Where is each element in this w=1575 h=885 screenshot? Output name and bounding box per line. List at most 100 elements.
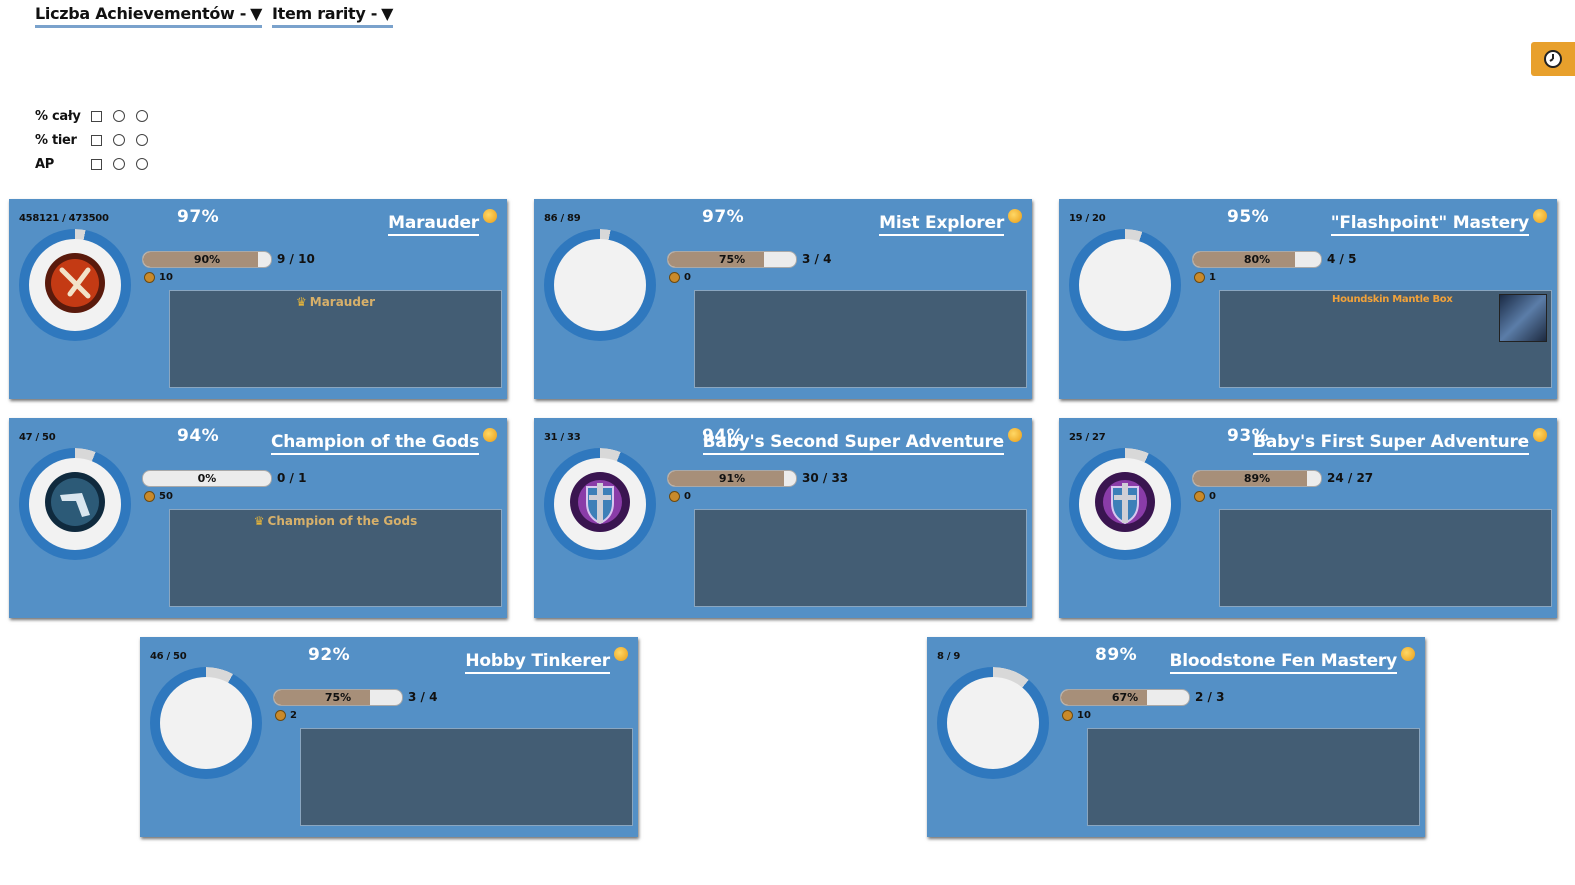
rewards-panel <box>1219 509 1552 607</box>
filter-radio-desc[interactable] <box>136 110 148 122</box>
achievement-count-dropdown[interactable]: Liczba Achievementów - ▼ <box>35 4 262 28</box>
progress-ring <box>1069 229 1181 341</box>
achievement-card[interactable]: 47 / 50 94% Champion of the Gods 0% 0 / … <box>9 418 507 618</box>
crown-icon: ♛ <box>253 514 265 528</box>
achievement-title-link[interactable]: Baby's Second Super Adventure <box>702 432 1004 455</box>
ap-icon <box>275 710 286 721</box>
achievement-card[interactable]: 86 / 89 97% Mist Explorer 75% 3 / 4 0 <box>534 199 1032 399</box>
reward-title: ♛ Marauder <box>170 295 501 309</box>
achievement-icon-frame <box>1079 239 1171 331</box>
achievement-icon-frame <box>554 458 646 550</box>
achievement-card[interactable]: 8 / 9 89% Bloodstone Fen Mastery 67% 2 /… <box>927 637 1425 837</box>
item-rarity-dropdown[interactable]: Item rarity - ▼ <box>272 4 393 28</box>
achievement-card[interactable]: 19 / 20 95% "Flashpoint" Mastery 80% 4 /… <box>1059 199 1557 399</box>
tier-progress-bar: 75% <box>273 689 403 706</box>
shield-icon <box>567 469 633 539</box>
achievement-title-link[interactable]: Mist Explorer <box>879 213 1004 236</box>
tier-progress-bar: 67% <box>1060 689 1190 706</box>
tier-progress-label: 67% <box>1111 691 1139 704</box>
achievement-count-label: Liczba Achievementów - <box>35 4 247 23</box>
tier-count: 2 / 3 <box>1195 690 1225 704</box>
filter-radio-asc[interactable] <box>113 134 125 146</box>
filter-label: % tier <box>35 132 77 148</box>
tier-count: 24 / 27 <box>1327 471 1374 485</box>
rewards-panel: ♛ Marauder <box>169 290 502 388</box>
coin-icon <box>1533 428 1547 442</box>
clock-button[interactable] <box>1531 42 1575 76</box>
ap-value: 50 <box>159 491 173 502</box>
ap-icon <box>1194 272 1205 283</box>
filter-checkbox[interactable] <box>91 158 102 170</box>
coin-icon <box>1008 209 1022 223</box>
tier-progress-label: 75% <box>718 253 746 266</box>
coin-icon <box>1533 209 1547 223</box>
coin-icon <box>1401 647 1415 661</box>
achievement-title-link[interactable]: Champion of the Gods <box>270 432 479 455</box>
tier-progress-label: 80% <box>1243 253 1271 266</box>
achievement-points: 10 <box>144 272 173 283</box>
achievement-card[interactable]: 31 / 33 94% Baby's Second Super Adventur… <box>534 418 1032 618</box>
coin-icon <box>483 428 497 442</box>
achievement-title-link[interactable]: Bloodstone Fen Mastery <box>1169 651 1397 674</box>
ap-value: 10 <box>159 272 173 283</box>
ap-value: 0 <box>1209 491 1216 502</box>
champion-icon <box>42 469 108 539</box>
tier-count: 9 / 10 <box>277 252 315 266</box>
reward-title: ♛ Champion of the Gods <box>170 514 501 528</box>
achievement-card[interactable]: 25 / 27 93% Baby's First Super Adventure… <box>1059 418 1557 618</box>
achievement-title-link[interactable]: "Flashpoint" Mastery <box>1330 213 1529 236</box>
tier-progress-bar: 75% <box>667 251 797 268</box>
achievement-title-link[interactable]: Baby's First Super Adventure <box>1253 432 1529 455</box>
ap-value: 1 <box>1209 272 1216 283</box>
rewards-panel <box>694 509 1027 607</box>
achievement-counts: 86 / 89 <box>544 213 581 224</box>
filter-checkbox[interactable] <box>91 110 102 122</box>
rewards-panel <box>694 290 1027 388</box>
filter-label: % cały <box>35 108 81 124</box>
achievement-card[interactable]: 46 / 50 92% Hobby Tinkerer 75% 3 / 4 2 <box>140 637 638 837</box>
completion-percent: 97% <box>177 207 220 227</box>
shield-icon <box>1092 469 1158 539</box>
filter-radio-asc[interactable] <box>113 158 125 170</box>
filter-radio-asc[interactable] <box>113 110 125 122</box>
reward-item-name[interactable]: Houndskin Mantle Box <box>1332 294 1453 305</box>
marauder-icon <box>42 250 108 320</box>
reward-title-text: Champion of the Gods <box>267 514 418 528</box>
ap-icon <box>1194 491 1205 502</box>
ap-value: 0 <box>684 491 691 502</box>
progress-ring <box>1069 448 1181 560</box>
rewards-panel: ♛ Champion of the Gods <box>169 509 502 607</box>
ap-icon <box>669 272 680 283</box>
progress-ring <box>150 667 262 779</box>
filter-label: AP <box>35 156 54 172</box>
tier-progress-label: 90% <box>193 253 221 266</box>
completion-percent: 95% <box>1227 207 1270 227</box>
progress-ring <box>544 229 656 341</box>
reward-title-text: Marauder <box>309 295 375 309</box>
rewards-panel: Houndskin Mantle Box <box>1219 290 1552 388</box>
achievement-card[interactable]: 458121 / 473500 97% Marauder 90% 9 / 10 … <box>9 199 507 399</box>
achievement-title-link[interactable]: Hobby Tinkerer <box>465 651 610 674</box>
ap-value: 2 <box>290 710 297 721</box>
filter-radio-desc[interactable] <box>136 158 148 170</box>
ap-value: 10 <box>1077 710 1091 721</box>
achievement-points: 50 <box>144 491 173 502</box>
achievement-points: 0 <box>669 491 691 502</box>
filter-radio-desc[interactable] <box>136 134 148 146</box>
tier-count: 30 / 33 <box>802 471 849 485</box>
achievement-counts: 47 / 50 <box>19 432 56 443</box>
achievement-title-link[interactable]: Marauder <box>388 213 479 236</box>
progress-ring <box>19 448 131 560</box>
tier-progress-label: 89% <box>1243 472 1271 485</box>
progress-ring <box>544 448 656 560</box>
tier-progress-bar: 80% <box>1192 251 1322 268</box>
progress-ring <box>937 667 1049 779</box>
coin-icon <box>1008 428 1022 442</box>
achievement-icon-frame <box>29 458 121 550</box>
achievement-counts: 31 / 33 <box>544 432 581 443</box>
mantle-box-icon[interactable] <box>1499 294 1547 342</box>
achievement-counts: 46 / 50 <box>150 651 187 662</box>
filter-checkbox[interactable] <box>91 134 102 146</box>
tier-progress-bar: 0% <box>142 470 272 487</box>
filter-row-ap: AP <box>35 152 159 176</box>
